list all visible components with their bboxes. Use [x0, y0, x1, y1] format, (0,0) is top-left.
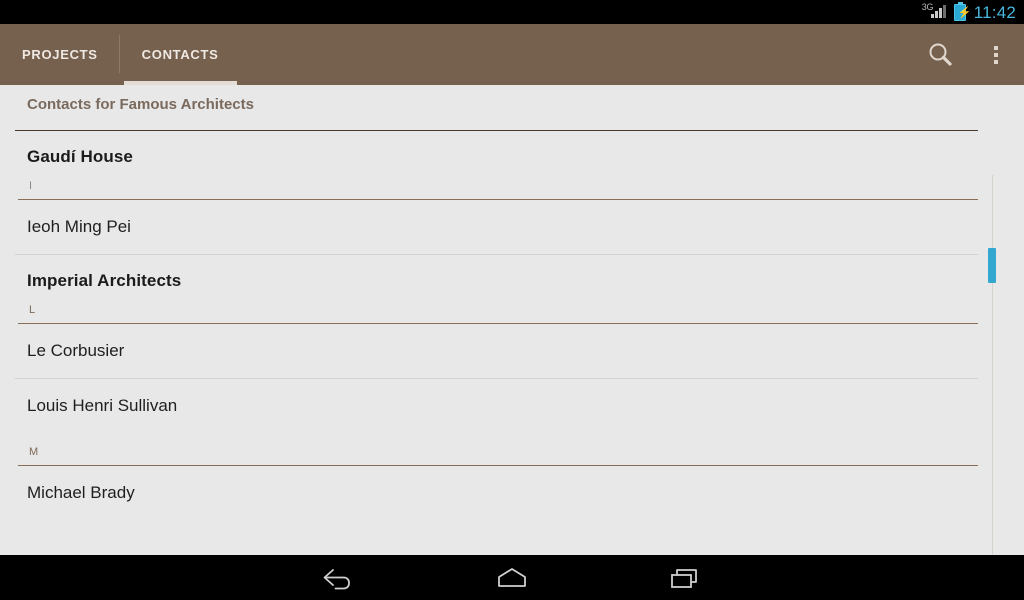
section-letter: M — [29, 446, 39, 458]
tab-projects-label: PROJECTS — [22, 47, 98, 62]
recent-apps-icon — [671, 568, 697, 588]
status-bar-clock: 11:42 — [973, 2, 1016, 22]
list-item[interactable]: Gaudí House — [0, 131, 1024, 167]
signal-strength-bars — [930, 5, 946, 18]
status-bar-icons: 3G ⚡ 11:42 — [922, 1, 1016, 22]
action-bar-buttons — [912, 24, 1024, 85]
list-item[interactable]: Ieoh Ming Pei — [0, 200, 1024, 254]
tab-bar: PROJECTS CONTACTS — [0, 24, 241, 85]
list-item[interactable]: Imperial Architects — [0, 255, 1024, 291]
search-icon — [929, 43, 952, 66]
home-icon — [498, 567, 526, 587]
back-button[interactable] — [308, 555, 368, 600]
status-bar: 3G ⚡ 11:42 — [0, 0, 1024, 24]
action-bar: PROJECTS CONTACTS — [0, 24, 1024, 85]
list-item[interactable]: Louis Henri Sullivan — [0, 379, 1024, 433]
search-button[interactable] — [912, 24, 968, 85]
page-title: Contacts for Famous Architects — [27, 96, 254, 113]
list-item[interactable]: Michael Brady — [0, 466, 1024, 520]
navigation-bar — [0, 555, 1024, 600]
tab-contacts-label: CONTACTS — [141, 47, 219, 62]
list-item[interactable]: Le Corbusier — [0, 324, 1024, 378]
back-arrow-icon — [323, 568, 350, 589]
scrollbar-thumb[interactable] — [988, 248, 996, 283]
section-letter: I — [29, 180, 33, 192]
signal-bars-icon: 3G — [922, 3, 948, 21]
contacts-list[interactable]: Contacts for Famous Architects Gaudí Hou… — [0, 85, 1024, 555]
android-screen: 3G ⚡ 11:42 PROJECTS CONTACTS Contacts fo… — [0, 0, 1024, 600]
tab-projects[interactable]: PROJECTS — [0, 24, 120, 85]
recent-apps-button[interactable] — [656, 555, 716, 600]
section-letter: L — [29, 304, 36, 316]
overflow-menu-icon — [994, 45, 998, 64]
battery-charging-icon: ⚡ — [953, 1, 971, 21]
home-button[interactable] — [482, 555, 542, 600]
overflow-menu-button[interactable] — [968, 24, 1024, 85]
tab-contacts[interactable]: CONTACTS — [120, 24, 241, 85]
scrollbar-track — [992, 175, 993, 555]
